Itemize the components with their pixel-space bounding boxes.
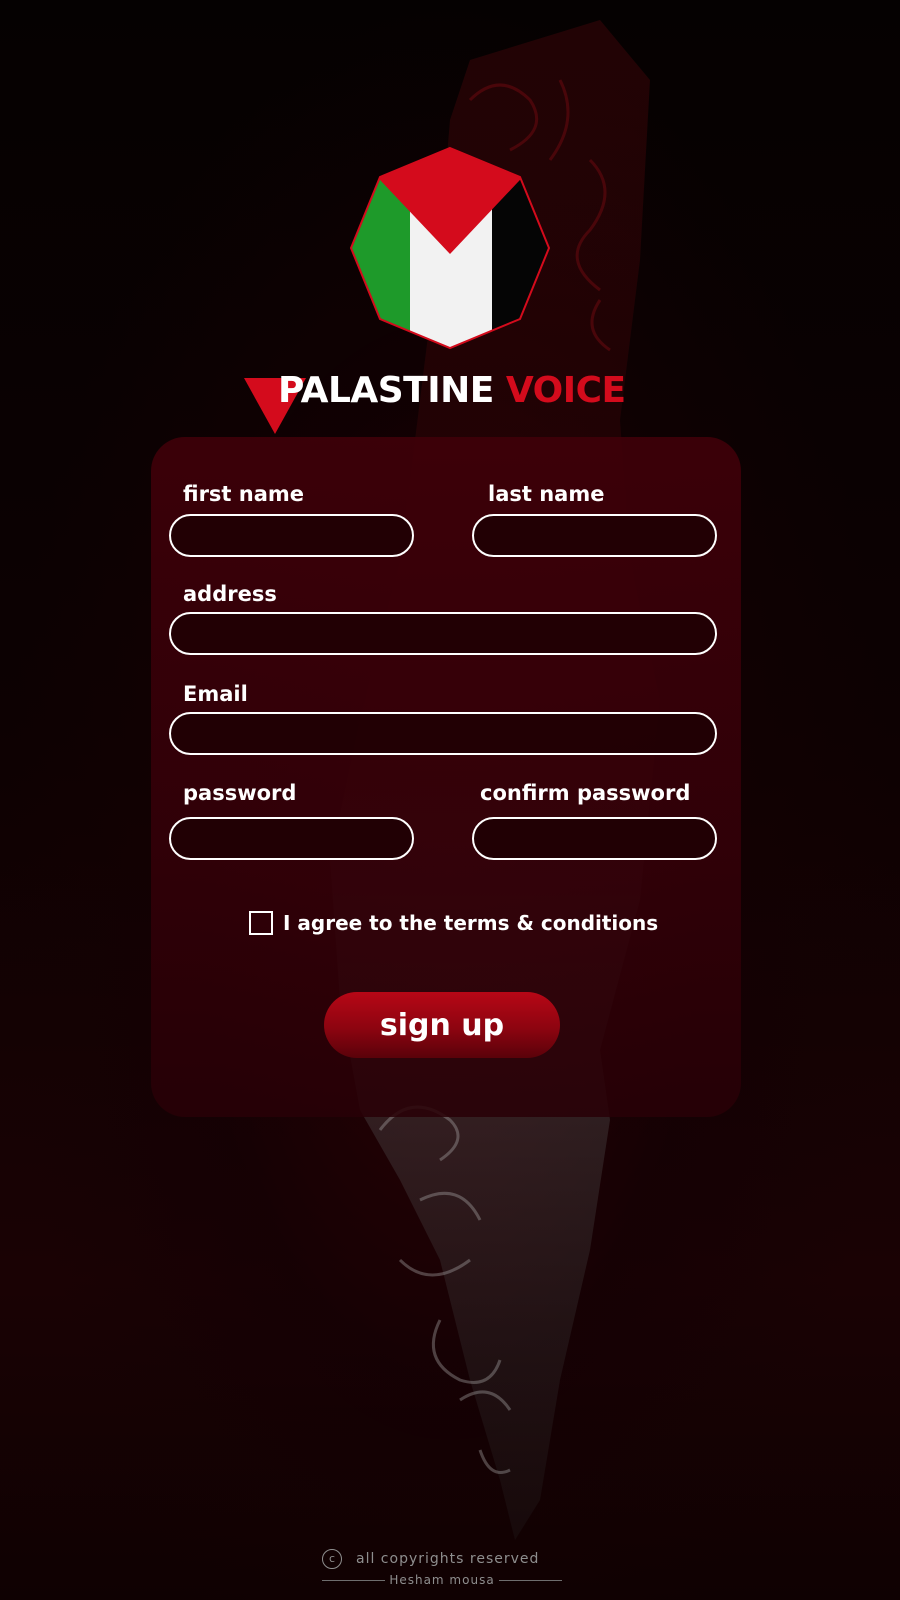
address-input[interactable] [169, 612, 717, 655]
confirm-password-input[interactable] [472, 817, 717, 860]
copyright-text: all copyrights reserved [356, 1551, 540, 1567]
last-name-label: last name [488, 482, 605, 506]
author-row: Hesham mousa [322, 1572, 562, 1588]
email-input[interactable] [169, 712, 717, 755]
copyright-icon: c [322, 1549, 342, 1569]
copyright-row: c all copyrights reserved [322, 1548, 562, 1570]
sign-up-button[interactable]: sign up [324, 992, 560, 1058]
address-label: address [183, 582, 277, 606]
brand-name: PALASTINE VOICE [278, 370, 626, 411]
footer: c all copyrights reserved Hesham mousa [322, 1548, 562, 1588]
confirm-password-label: confirm password [480, 781, 691, 805]
palestine-flag-octagon-icon [349, 146, 551, 350]
terms-checkbox[interactable] [249, 911, 273, 935]
author-divider-left [322, 1579, 386, 1581]
last-name-input[interactable] [472, 514, 717, 557]
terms-row[interactable]: I agree to the terms & conditions [249, 909, 658, 937]
brand-name-part2: VOICE [505, 370, 626, 411]
first-name-input[interactable] [169, 514, 414, 557]
terms-label[interactable]: I agree to the terms & conditions [283, 911, 658, 935]
author-name: Hesham mousa [389, 1573, 495, 1587]
email-label: Email [183, 682, 248, 706]
brand-logo-text: PALASTINE VOICE [244, 370, 664, 434]
brand-name-part1: PALASTINE [278, 370, 494, 411]
password-label: password [183, 781, 297, 805]
author-divider-right [498, 1579, 562, 1581]
first-name-label: first name [183, 482, 305, 506]
password-input[interactable] [169, 817, 414, 860]
